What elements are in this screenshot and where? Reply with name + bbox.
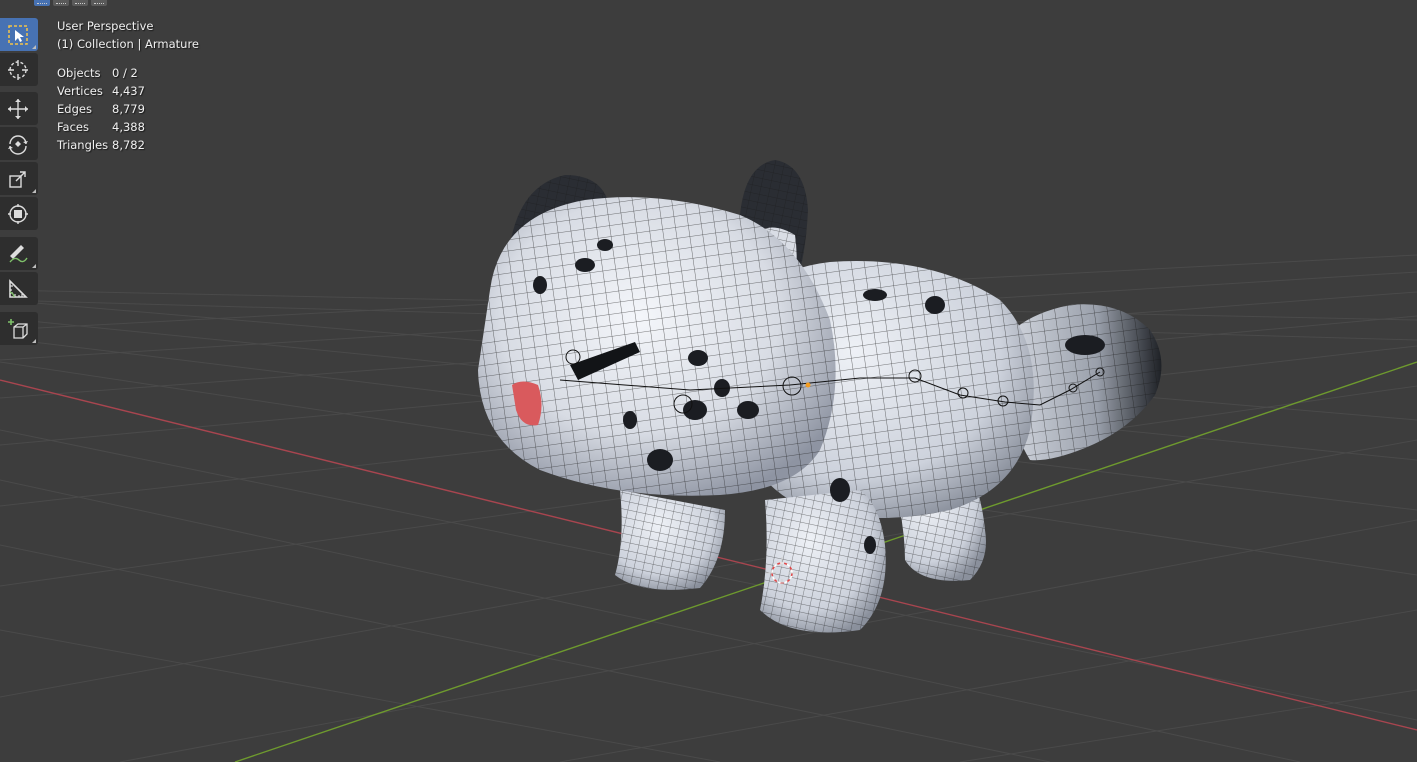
- tool-rotate[interactable]: [0, 127, 38, 160]
- stat-row-triangles: Triangles 8,782: [57, 136, 199, 154]
- stat-label: Triangles: [57, 138, 109, 152]
- stat-label: Vertices: [57, 84, 103, 98]
- stat-value: 4,437: [112, 84, 145, 98]
- measure-icon: [9, 279, 28, 298]
- move-icon: [8, 99, 28, 119]
- annotate-icon: [9, 245, 28, 263]
- tool-scale[interactable]: [0, 162, 38, 195]
- stat-value: 0 / 2: [112, 66, 138, 80]
- transform-icon: [8, 204, 28, 224]
- scene-statistics: Objects 0 / 2 Vertices 4,437 Edges 8,779…: [57, 64, 199, 154]
- mode-button-extend[interactable]: [53, 0, 69, 6]
- stat-row-objects: Objects 0 / 2: [57, 64, 199, 82]
- stat-row-edges: Edges 8,779: [57, 100, 199, 118]
- cursor-icon: [8, 60, 28, 80]
- tool-select-box[interactable]: [0, 18, 38, 51]
- 3d-viewport[interactable]: [0, 0, 1417, 762]
- stat-value: 4,388: [112, 120, 145, 134]
- stat-label: Faces: [57, 120, 89, 134]
- stat-value: 8,779: [112, 102, 145, 116]
- tool-cursor[interactable]: [0, 53, 38, 86]
- tool-annotate[interactable]: [0, 237, 38, 270]
- mode-button-intersect[interactable]: [91, 0, 107, 6]
- tool-transform[interactable]: [0, 197, 38, 230]
- select-box-icon: [8, 25, 28, 45]
- collection-info: (1) Collection | Armature: [57, 37, 200, 51]
- scale-icon: [9, 171, 26, 188]
- rotate-icon: [8, 135, 28, 155]
- stat-row-faces: Faces 4,388: [57, 118, 199, 136]
- snow-leopard-model[interactable]: [478, 160, 1162, 633]
- mode-button-new[interactable]: [34, 0, 50, 6]
- mode-button-subtract[interactable]: [72, 0, 88, 6]
- stat-row-vertices: Vertices 4,437: [57, 82, 199, 100]
- origin-point: [805, 382, 811, 388]
- viewport-scene[interactable]: [0, 0, 1417, 762]
- stat-label: Objects: [57, 66, 101, 80]
- viewport-info-overlay: User Perspective (1) Collection | Armatu…: [57, 17, 199, 154]
- tool-add-cube[interactable]: [0, 312, 38, 345]
- add-cube-icon: [8, 319, 28, 339]
- stat-label: Edges: [57, 102, 92, 116]
- tool-measure[interactable]: [0, 272, 38, 305]
- view-name: User Perspective: [57, 19, 154, 33]
- stat-value: 8,782: [112, 138, 145, 152]
- tool-move[interactable]: [0, 92, 38, 125]
- select-mode-strip: [34, 0, 107, 7]
